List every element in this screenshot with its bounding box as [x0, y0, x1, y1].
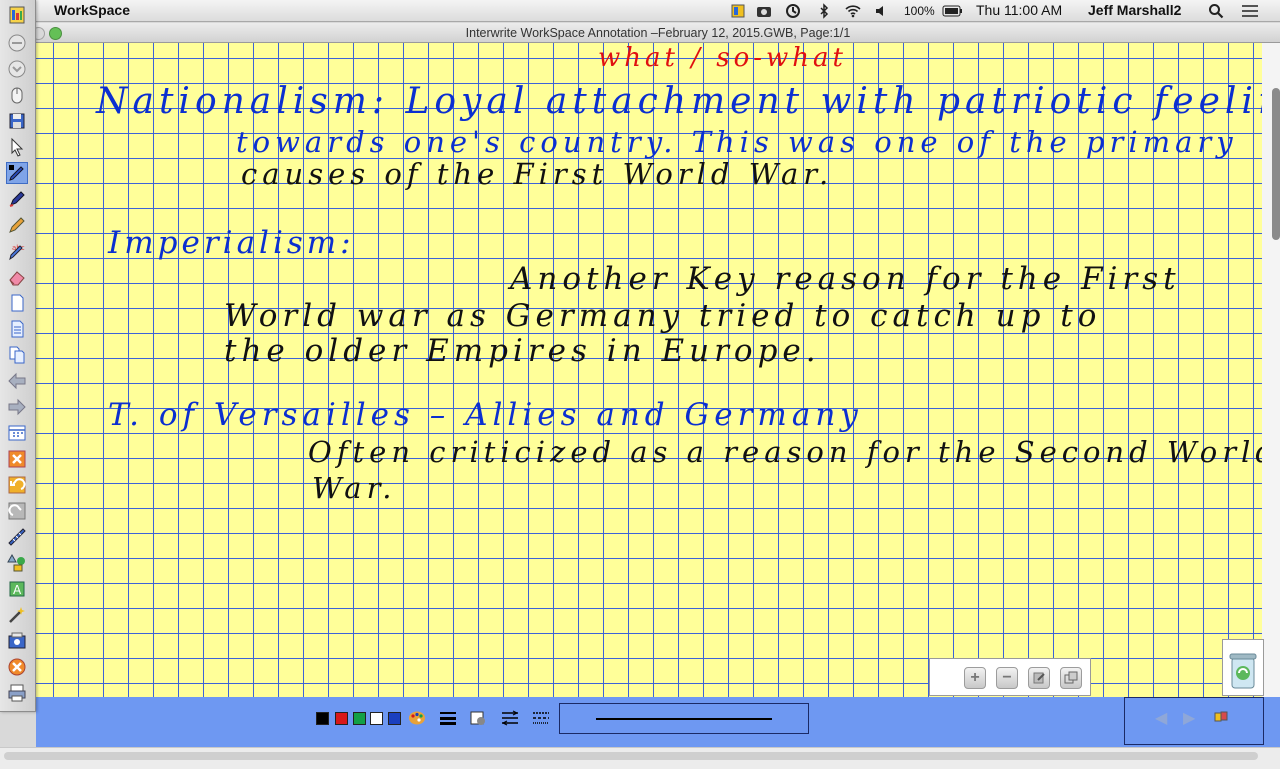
- dash-style-icon[interactable]: [531, 709, 551, 727]
- time-machine-icon[interactable]: [785, 3, 801, 19]
- eraser-icon[interactable]: [6, 266, 28, 288]
- undo-icon[interactable]: [6, 474, 28, 496]
- battery-percent: 100%: [904, 4, 935, 18]
- trash-bin-icon[interactable]: [1222, 639, 1264, 696]
- redo-icon[interactable]: [6, 500, 28, 522]
- back-arrow-icon[interactable]: [6, 370, 28, 392]
- annotation-canvas[interactable]: what / so-what Nationalism: Loyal attach…: [36, 43, 1262, 697]
- note-line: War.: [312, 471, 397, 505]
- color-swatch-red[interactable]: [335, 712, 348, 725]
- pencil-icon[interactable]: [6, 214, 28, 236]
- calendar-icon[interactable]: [6, 422, 28, 444]
- spotlight-search-icon[interactable]: [1208, 3, 1224, 19]
- page-fit-icon[interactable]: [1060, 667, 1082, 689]
- ruler-icon[interactable]: [6, 526, 28, 548]
- color-swatch-black[interactable]: [316, 712, 329, 725]
- zoom-out-icon[interactable]: −: [996, 667, 1018, 689]
- page-list-icon[interactable]: [6, 318, 28, 340]
- forward-arrow-icon[interactable]: [6, 396, 28, 418]
- page-edit-icon[interactable]: [1028, 667, 1050, 689]
- shapes-icon[interactable]: [6, 552, 28, 574]
- note-line: Another Key reason for the First: [510, 261, 1181, 297]
- line-style-icon[interactable]: [500, 709, 520, 727]
- color-palette-icon[interactable]: [407, 709, 427, 727]
- vertical-scroll-thumb[interactable]: [1272, 88, 1280, 240]
- note-line: Imperialism:: [108, 225, 355, 261]
- note-line: causes of the First World War.: [241, 157, 834, 191]
- print-icon[interactable]: [6, 682, 28, 704]
- duplicate-page-icon[interactable]: [6, 344, 28, 366]
- note-line: T. of Versailles – Allies and Germany: [108, 397, 863, 433]
- previous-page-icon[interactable]: ◀: [1155, 708, 1167, 728]
- page-navigation-panel: ◀ ▶: [1124, 697, 1264, 745]
- volume-icon[interactable]: [873, 3, 889, 19]
- hide-icon[interactable]: [6, 58, 28, 80]
- next-page-icon[interactable]: ▶: [1183, 708, 1195, 728]
- color-swatch-blue[interactable]: [388, 712, 401, 725]
- menu-bar: WorkSpace 100% Thu 11:00 AM Jeff Marshal…: [0, 0, 1280, 22]
- text-tool-icon[interactable]: A: [6, 578, 28, 600]
- window-title: Interwrite WorkSpace Annotation –Februar…: [465, 26, 851, 40]
- pen-icon[interactable]: [6, 162, 28, 184]
- svg-text:A: A: [13, 583, 22, 597]
- magic-wand-icon[interactable]: [6, 604, 28, 626]
- menu-icon[interactable]: [6, 4, 28, 26]
- save-icon[interactable]: [6, 110, 28, 132]
- line-width-icon[interactable]: [438, 709, 458, 727]
- clock[interactable]: Thu 11:00 AM: [976, 2, 1062, 18]
- mouse-mode-icon[interactable]: [6, 84, 28, 106]
- notification-center-icon[interactable]: [1240, 3, 1260, 19]
- workspace-status-icon[interactable]: [730, 3, 746, 19]
- bluetooth-icon[interactable]: [816, 3, 832, 19]
- minimize-icon[interactable]: [6, 32, 28, 54]
- camera-icon[interactable]: [6, 630, 28, 652]
- wifi-icon[interactable]: [845, 3, 861, 19]
- new-page-icon[interactable]: [6, 292, 28, 314]
- note-line: World war as Germany tried to catch up t…: [224, 298, 1102, 334]
- battery-icon[interactable]: [942, 3, 964, 19]
- zoom-panel: + −: [929, 658, 1091, 696]
- window-title-bar: Interwrite WorkSpace Annotation –Februar…: [32, 23, 1280, 43]
- highlighter-icon[interactable]: [6, 188, 28, 210]
- camera-status-icon[interactable]: [756, 3, 772, 19]
- zoom-in-icon[interactable]: +: [964, 667, 986, 689]
- note-line: towards one's country. This was one of t…: [236, 125, 1238, 159]
- header-note: what / so-what: [598, 43, 847, 73]
- spellcheck-icon[interactable]: abc: [6, 240, 28, 262]
- note-line: Often criticized as a reason for the Sec…: [308, 435, 1262, 469]
- close-icon[interactable]: [6, 656, 28, 678]
- note-line: Nationalism: Loyal attachment with patri…: [96, 81, 1262, 122]
- select-arrow-icon[interactable]: [6, 136, 28, 158]
- fill-style-icon[interactable]: [468, 709, 488, 727]
- delete-icon[interactable]: [6, 448, 28, 470]
- note-line: the older Empires in Europe.: [224, 333, 821, 369]
- tool-palette: abc A: [0, 0, 36, 712]
- horizontal-scroll-thumb[interactable]: [4, 752, 1258, 760]
- line-preview: [559, 703, 809, 734]
- page-sorter-icon[interactable]: [1213, 709, 1229, 730]
- color-swatch-white[interactable]: [370, 712, 383, 725]
- app-menu[interactable]: WorkSpace: [54, 2, 130, 18]
- color-swatch-green[interactable]: [353, 712, 366, 725]
- user-menu[interactable]: Jeff Marshall2: [1088, 2, 1181, 18]
